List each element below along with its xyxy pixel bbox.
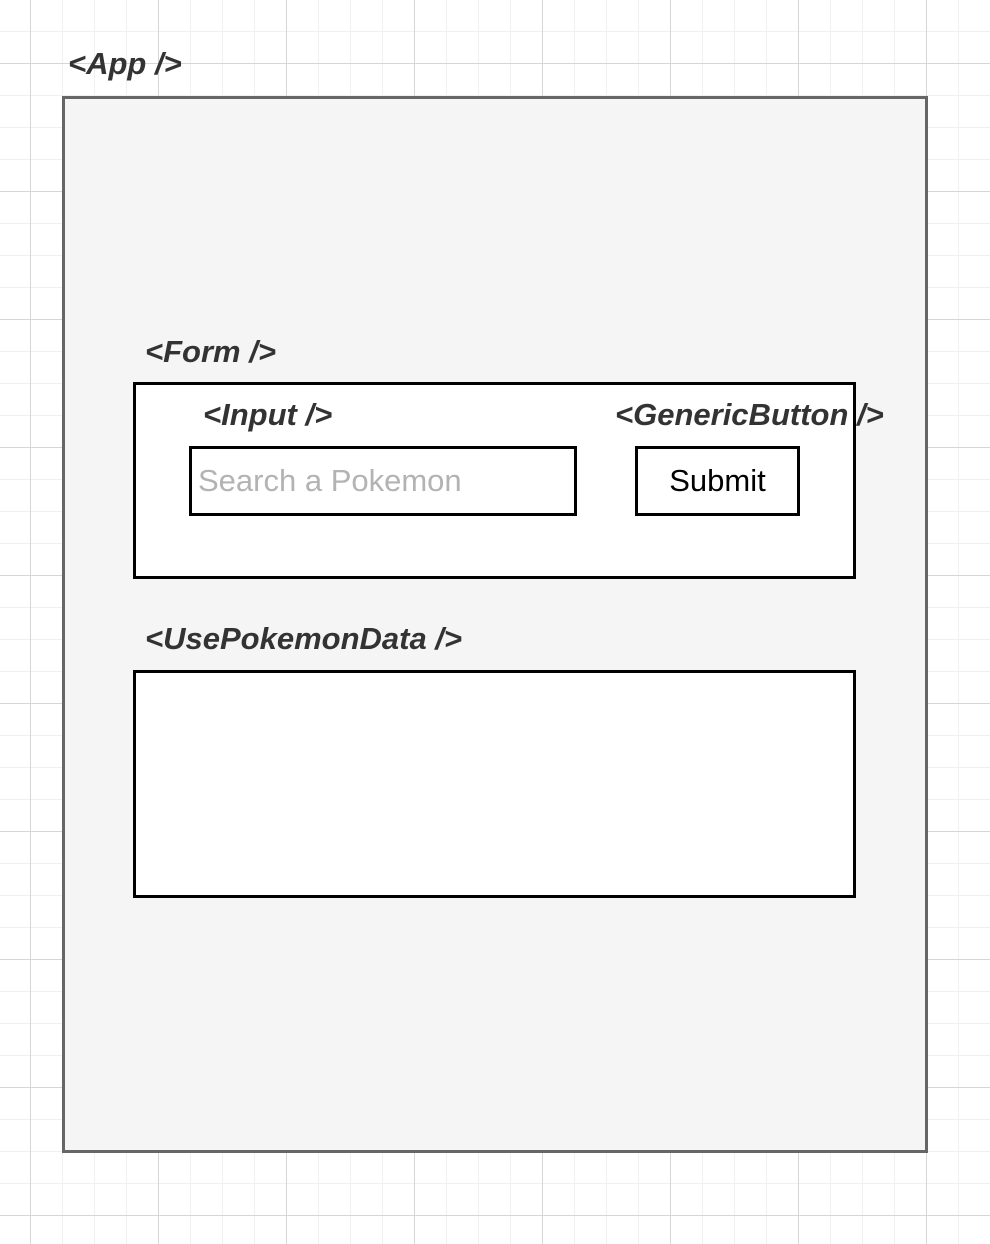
pokemon-data-container (133, 670, 856, 898)
submit-button[interactable]: Submit (635, 446, 800, 516)
search-input-placeholder: Search a Pokemon (198, 463, 462, 498)
generic-button-label: <GenericButton /> (615, 397, 884, 432)
app-label: <App /> (68, 46, 182, 81)
input-label: <Input /> (203, 397, 333, 432)
form-label: <Form /> (145, 334, 276, 369)
search-input[interactable]: Search a Pokemon (189, 446, 577, 516)
use-pokemon-data-label: <UsePokemonData /> (145, 621, 463, 656)
